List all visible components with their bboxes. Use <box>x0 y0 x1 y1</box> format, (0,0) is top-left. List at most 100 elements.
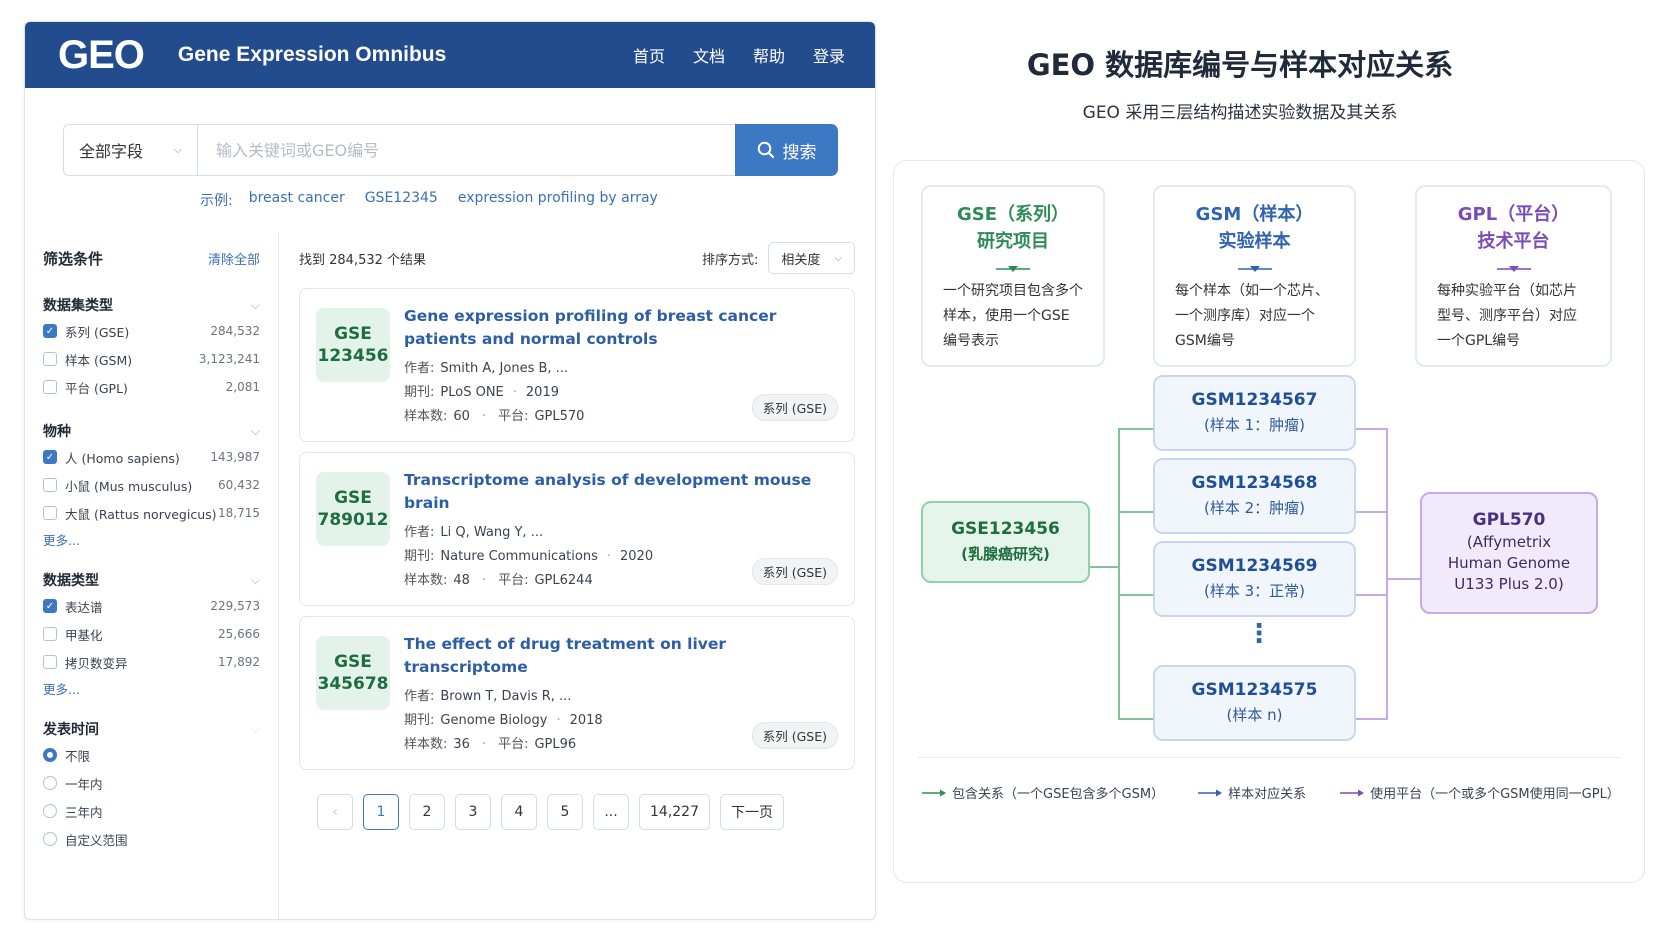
results-toolbar: 找到 284,532 个结果 排序方式: 相关度 ⌵ <box>299 242 855 274</box>
page-button[interactable]: 4 <box>501 794 537 830</box>
nav-help[interactable]: 帮助 <box>753 43 785 67</box>
gsm-id: GSM1234569 <box>1191 556 1318 576</box>
meta-key: 样本数: <box>404 409 448 424</box>
meta-value: 36 <box>453 737 470 752</box>
option-count: 60,432 <box>218 478 260 492</box>
example-link[interactable]: expression profiling by array <box>458 190 658 210</box>
result-title-link[interactable]: The effect of drug treatment on liver tr… <box>404 633 838 679</box>
meta-key: 期刊: <box>404 549 435 564</box>
example-link[interactable]: GSE12345 <box>365 190 438 210</box>
filter-option[interactable]: 拷贝数变异 17,892 <box>43 649 260 675</box>
meta-value: GPL570 <box>534 409 585 424</box>
chevron-down-icon: ⌵ <box>173 143 182 156</box>
radio[interactable] <box>43 832 57 846</box>
more-link[interactable]: 更多... <box>43 679 260 698</box>
filter-group-header[interactable]: 物种 ⌵ <box>43 420 260 442</box>
legend-label: 使用平台（一个或多个GSM使用同一GPL） <box>1370 787 1620 802</box>
filter-option[interactable]: 样本 (GSM) 3,123,241 <box>43 346 260 372</box>
filter-group-title: 物种 <box>43 424 71 440</box>
example-link[interactable]: breast cancer <box>249 190 345 210</box>
result-title-link[interactable]: Transcriptome analysis of development mo… <box>404 469 838 515</box>
radio[interactable] <box>43 804 57 818</box>
gsm-node[interactable]: GSM1234569 (样本 3：正常) <box>1153 541 1356 617</box>
gpl-desc-line: U133 Plus 2.0) <box>1454 575 1564 593</box>
accession-prefix: GSE <box>334 652 372 672</box>
meta-value: 2018 <box>569 713 603 728</box>
search-field-value: 全部字段 <box>79 142 144 161</box>
checkbox[interactable] <box>43 627 57 641</box>
gsm-node[interactable]: GSM1234568 (样本 2：肿瘤) <box>1153 458 1356 534</box>
option-label: 平台 (GPL) <box>65 380 128 396</box>
gpl-node[interactable]: GPL570 (Affymetrix Human Genome U133 Plu… <box>1420 492 1598 614</box>
gsm-desc: (样本 n) <box>1226 706 1283 724</box>
gse-id: GSE123456 <box>951 519 1060 539</box>
checkbox-checked[interactable]: ✓ <box>43 599 57 613</box>
nav-docs[interactable]: 文档 <box>693 43 725 67</box>
search-field-select[interactable]: 全部字段 ⌵ <box>63 124 197 176</box>
filter-option[interactable]: ✓ 表达谱 229,573 <box>43 593 260 619</box>
result-card[interactable]: GSE 123456 Gene expression profiling of b… <box>299 288 855 442</box>
filter-group-data-type: 数据类型 ⌵ ✓ 表达谱 229,573 甲基化 25,666 拷贝数变异 17,892 … <box>43 569 260 698</box>
radio[interactable] <box>43 776 57 790</box>
nav-home[interactable]: 首页 <box>633 43 665 67</box>
page-button[interactable]: 2 <box>409 794 445 830</box>
filter-option[interactable]: 自定义范围 <box>43 826 260 852</box>
filter-option[interactable]: ✓ 系列 (GSE) 284,532 <box>43 318 260 344</box>
meta-value: 2020 <box>620 549 654 564</box>
geo-logo[interactable]: GEO <box>58 33 145 78</box>
filter-option[interactable]: 不限 <box>43 742 260 768</box>
page-button-last[interactable]: 14,227 <box>639 794 710 830</box>
checkbox[interactable] <box>43 380 57 394</box>
checkbox-checked[interactable]: ✓ <box>43 324 57 338</box>
filter-group-species: 物种 ⌵ ✓ 人 (Homo sapiens) 143,987 小鼠 (Mus mus… <box>43 420 260 549</box>
filter-option[interactable]: 大鼠 (Rattus norvegicus) 18,715 <box>43 500 260 526</box>
filter-group-header[interactable]: 数据类型 ⌵ <box>43 569 260 591</box>
search-input[interactable] <box>197 124 736 176</box>
meta-value: Nature Communications <box>440 549 598 564</box>
geo-app-window: GEO Gene Expression Omnibus 首页 文档 帮助 登录 … <box>24 21 876 920</box>
legend-item: 使用平台（一个或多个GSM使用同一GPL） <box>1340 783 1620 802</box>
result-authors: 作者: Brown T, Davis R, ... <box>404 685 838 709</box>
next-page-button[interactable]: 下一页 <box>720 794 784 830</box>
gsm-node[interactable]: GSM1234575 (样本 n) <box>1153 665 1356 741</box>
checkbox[interactable] <box>43 506 57 520</box>
option-label: 一年内 <box>65 776 103 792</box>
filter-option[interactable]: 三年内 <box>43 798 260 824</box>
meta-key: 期刊: <box>404 385 435 400</box>
meta-key: 平台: <box>498 409 529 424</box>
page-button[interactable]: 5 <box>547 794 583 830</box>
sort-select[interactable]: 相关度 ⌵ <box>768 242 855 274</box>
result-card[interactable]: GSE 789012 Transcriptome analysis of deve… <box>299 452 855 606</box>
result-card[interactable]: GSE 345678 The effect of drug treatment o… <box>299 616 855 770</box>
filter-group-header[interactable]: 发表时间 ⌵ <box>43 718 260 740</box>
checkbox[interactable] <box>43 478 57 492</box>
page-button[interactable]: 3 <box>455 794 491 830</box>
meta-value: 60 <box>453 409 470 424</box>
option-label: 人 (Homo sapiens) <box>65 450 180 466</box>
search-button[interactable]: 搜索 <box>735 124 838 176</box>
prev-page-button[interactable]: ‹ <box>317 794 353 830</box>
accession-badge: GSE 789012 <box>316 472 390 546</box>
radio-selected[interactable] <box>43 748 57 762</box>
result-title-link[interactable]: Gene expression profiling of breast canc… <box>404 305 838 351</box>
top-nav: 首页 文档 帮助 登录 <box>633 43 845 67</box>
clear-all-link[interactable]: 清除全部 <box>208 249 260 268</box>
search-examples: 示例: breast cancer GSE12345 expression pr… <box>200 190 658 210</box>
filter-option[interactable]: 平台 (GPL) 2,081 <box>43 374 260 400</box>
filter-group-publish-date: 发表时间 ⌵ 不限 一年内 三年内 自定义范围 <box>43 718 260 852</box>
more-link[interactable]: 更多... <box>43 530 260 549</box>
chevron-down-icon: ⌵ <box>250 423 260 438</box>
checkbox[interactable] <box>43 655 57 669</box>
filter-option[interactable]: 小鼠 (Mus musculus) 60,432 <box>43 472 260 498</box>
filter-option[interactable]: 甲基化 25,666 <box>43 621 260 647</box>
checkbox[interactable] <box>43 352 57 366</box>
filter-option[interactable]: 一年内 <box>43 770 260 796</box>
gsm-node[interactable]: GSM1234567 (样本 1：肿瘤) <box>1153 375 1356 451</box>
chevron-down-icon: ⌵ <box>250 297 260 312</box>
filter-group-header[interactable]: 数据集类型 ⌵ <box>43 294 260 316</box>
checkbox-checked[interactable]: ✓ <box>43 450 57 464</box>
page-button-current[interactable]: 1 <box>363 794 399 830</box>
gse-node[interactable]: GSE123456 (乳腺癌研究) <box>921 501 1090 583</box>
filter-option[interactable]: ✓ 人 (Homo sapiens) 143,987 <box>43 444 260 470</box>
nav-login[interactable]: 登录 <box>813 43 845 67</box>
